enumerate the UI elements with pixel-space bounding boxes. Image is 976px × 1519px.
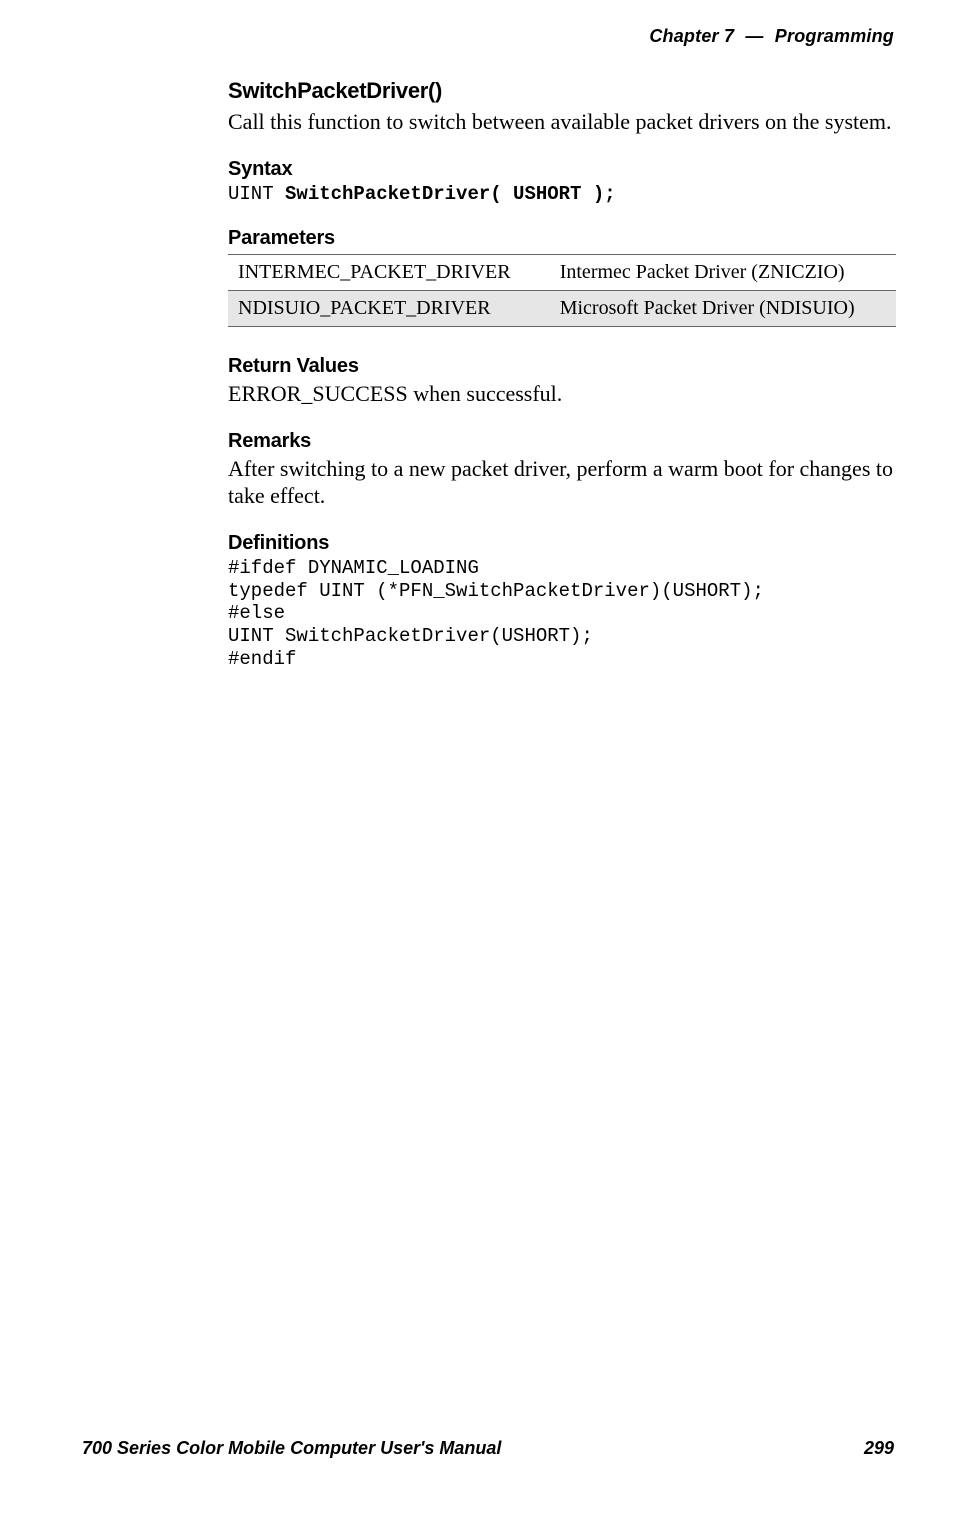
function-title: SwitchPacketDriver() [228, 78, 896, 104]
table-row: NDISUIO_PACKET_DRIVER Microsoft Packet D… [228, 291, 896, 327]
param-desc: Intermec Packet Driver (ZNICZIO) [550, 255, 896, 291]
param-desc: Microsoft Packet Driver (NDISUIO) [550, 291, 896, 327]
definitions-code: #ifdef DYNAMIC_LOADING typedef UINT (*PF… [228, 557, 896, 671]
chapter-label: Chapter [649, 26, 718, 46]
syntax-heading: Syntax [228, 158, 896, 181]
page: Chapter 7 — Programming SwitchPacketDriv… [0, 0, 976, 1519]
definitions-heading: Definitions [228, 532, 896, 555]
header-topic: Programming [775, 26, 894, 46]
return-values-text: ERROR_SUCCESS when successful. [228, 380, 896, 408]
param-name: NDISUIO_PACKET_DRIVER [228, 291, 550, 327]
syntax-code: UINT SwitchPacketDriver( USHORT ); [228, 183, 896, 206]
remarks-heading: Remarks [228, 430, 896, 453]
syntax-code-prefix: UINT [228, 183, 285, 205]
page-number: 299 [864, 1438, 894, 1459]
running-header: Chapter 7 — Programming [649, 26, 894, 47]
chapter-number: 7 [724, 26, 734, 46]
return-values-heading: Return Values [228, 355, 896, 378]
table-row: INTERMEC_PACKET_DRIVER Intermec Packet D… [228, 255, 896, 291]
header-dash: — [739, 26, 769, 46]
parameters-heading: Parameters [228, 227, 896, 250]
content-area: SwitchPacketDriver() Call this function … [228, 78, 896, 671]
page-footer: 700 Series Color Mobile Computer User's … [82, 1438, 894, 1459]
param-name: INTERMEC_PACKET_DRIVER [228, 255, 550, 291]
footer-title: 700 Series Color Mobile Computer User's … [82, 1438, 501, 1459]
remarks-text: After switching to a new packet driver, … [228, 455, 896, 510]
syntax-code-bold: SwitchPacketDriver( USHORT ); [285, 183, 616, 205]
function-description: Call this function to switch between ava… [228, 108, 896, 136]
parameters-table: INTERMEC_PACKET_DRIVER Intermec Packet D… [228, 254, 896, 327]
